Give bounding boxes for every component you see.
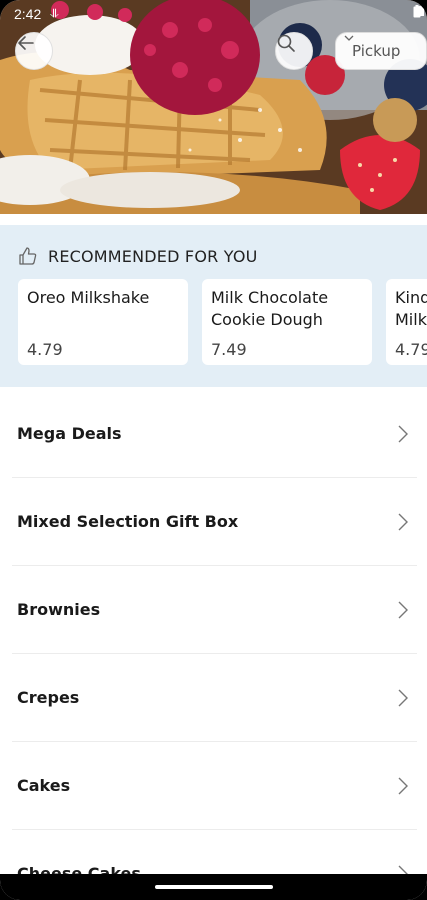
chevron-right-icon xyxy=(398,601,408,619)
chevron-right-icon xyxy=(398,425,408,443)
chevron-right-icon xyxy=(398,777,408,795)
category-label: Mixed Selection Gift Box xyxy=(17,512,239,531)
category-row[interactable]: Mixed Selection Gift Box xyxy=(12,478,417,566)
hero-image: 2:42 ⥥ Pickup xyxy=(0,0,427,214)
recommended-title: RECOMMENDED FOR YOU xyxy=(48,246,258,266)
category-row[interactable]: Crepes xyxy=(12,654,417,742)
status-time: 2:42 xyxy=(14,6,42,22)
category-label: Cakes xyxy=(17,776,71,795)
card-name: Milk Chocolate Cookie Dough xyxy=(211,288,329,329)
category-row[interactable]: Mega Deals xyxy=(12,390,417,478)
pickup-dropdown[interactable]: Pickup xyxy=(335,32,427,70)
card-name: Oreo Milkshake xyxy=(27,288,150,307)
search-icon xyxy=(277,34,295,52)
chevron-right-icon xyxy=(398,513,408,531)
card-price: 7.49 xyxy=(211,340,247,359)
status-notification-icon: ⥥ xyxy=(50,6,59,20)
category-label: Mega Deals xyxy=(17,424,122,443)
card-price: 4.79 xyxy=(27,340,63,359)
recommended-card[interactable]: Kind Milk 4.79 xyxy=(386,279,427,365)
recommended-card[interactable]: Milk Chocolate Cookie Dough 7.49 xyxy=(202,279,372,365)
back-button[interactable] xyxy=(15,32,53,70)
category-row[interactable]: Brownies xyxy=(12,566,417,654)
arrow-left-icon xyxy=(18,36,34,50)
recommended-section: RECOMMENDED FOR YOU Oreo Milkshake 4.79 … xyxy=(0,225,427,387)
system-nav-bar xyxy=(0,874,427,900)
category-label: Brownies xyxy=(17,600,101,619)
recommended-header: RECOMMENDED FOR YOU xyxy=(18,246,258,266)
chevron-down-icon xyxy=(344,35,354,41)
battery-icon xyxy=(413,5,421,18)
chevron-right-icon xyxy=(398,689,408,707)
category-row[interactable]: Cakes xyxy=(12,742,417,830)
card-price: 4.79 xyxy=(395,340,427,359)
home-gesture-handle[interactable] xyxy=(155,885,273,889)
card-name: Kind Milk xyxy=(395,288,427,329)
search-button[interactable] xyxy=(275,32,313,70)
category-label: Crepes xyxy=(17,688,80,707)
pickup-label: Pickup xyxy=(352,42,401,60)
status-bar: 2:42 ⥥ xyxy=(0,0,427,30)
thumbs-up-icon xyxy=(19,247,37,265)
app-screen: 2:42 ⥥ Pickup RECOMMENDED FOR YOU Oreo M… xyxy=(0,0,427,900)
recommended-card[interactable]: Oreo Milkshake 4.79 xyxy=(18,279,188,365)
